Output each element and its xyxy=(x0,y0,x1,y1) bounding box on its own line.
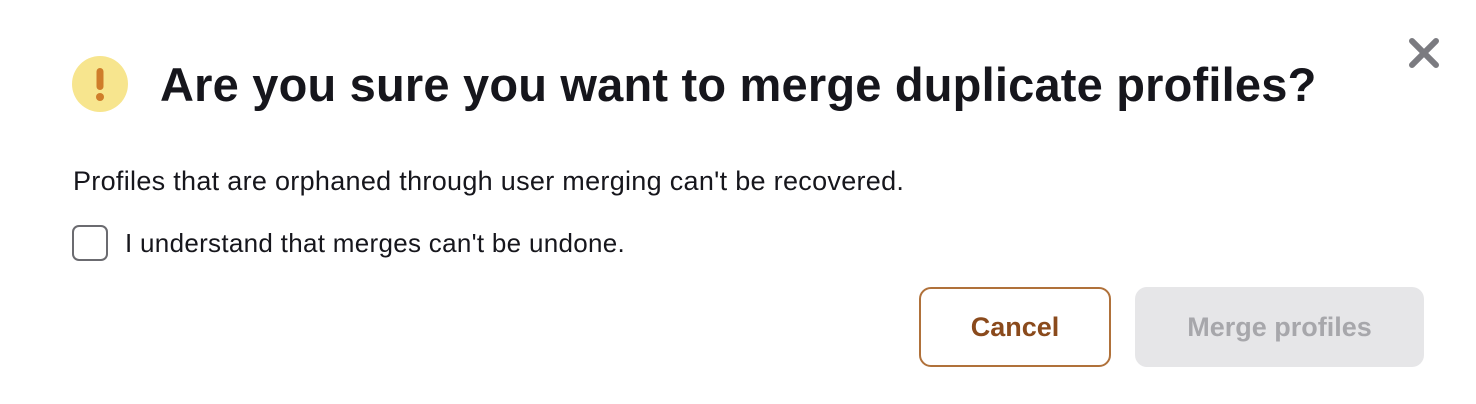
warning-icon xyxy=(72,56,128,112)
confirm-checkbox-label: I understand that merges can't be undone… xyxy=(125,227,626,258)
cancel-button[interactable]: Cancel xyxy=(919,287,1111,367)
merge-profiles-dialog: Are you sure you want to merge duplicate… xyxy=(0,0,1476,404)
close-icon xyxy=(1409,38,1439,68)
confirm-checkbox[interactable] xyxy=(72,225,108,261)
close-button[interactable] xyxy=(1404,33,1444,73)
exclamation-icon xyxy=(96,68,104,101)
confirm-checkbox-row[interactable]: I understand that merges can't be undone… xyxy=(72,225,625,261)
dialog-header: Are you sure you want to merge duplicate… xyxy=(72,56,1317,112)
merge-profiles-button[interactable]: Merge profiles xyxy=(1135,287,1424,367)
dialog-title: Are you sure you want to merge duplicate… xyxy=(160,57,1317,111)
dialog-message: Profiles that are orphaned through user … xyxy=(73,166,905,196)
